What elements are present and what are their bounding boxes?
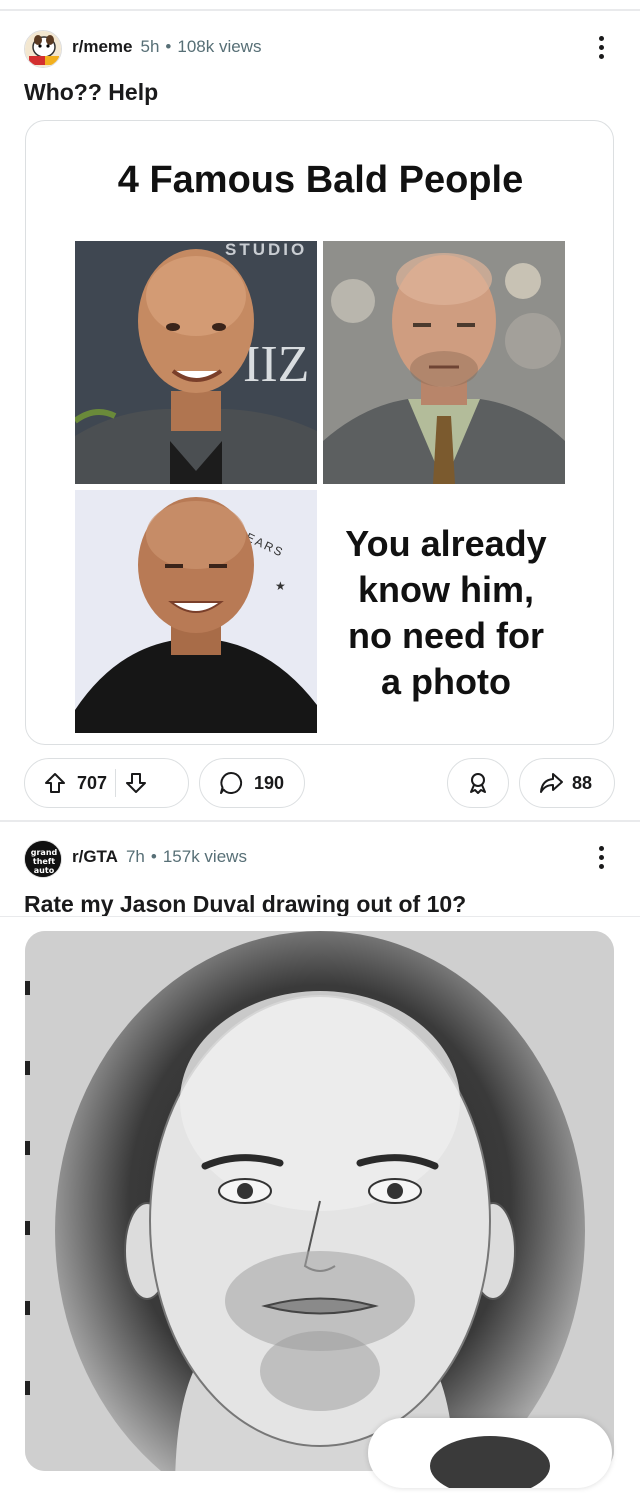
more-vertical-icon[interactable] bbox=[586, 842, 616, 872]
meme-caption: You already know him, no need for a phot… bbox=[326, 521, 566, 705]
subreddit-avatar[interactable]: grand theft auto bbox=[24, 840, 62, 878]
comments-button[interactable]: 190 bbox=[199, 758, 305, 808]
caption-line: know him, bbox=[357, 569, 534, 610]
post-header: r/meme 5h • 108k views bbox=[24, 24, 616, 68]
backdrop-text-studio: STUDIO bbox=[225, 241, 307, 259]
comment-icon bbox=[218, 770, 244, 796]
post-divider bbox=[0, 820, 640, 822]
view-count: 108k views bbox=[177, 37, 262, 56]
vote-control: 707 bbox=[24, 758, 189, 808]
post-image[interactable]: 4 Famous Bald People STUDIO IIZ EARS ★ Y… bbox=[25, 120, 614, 745]
avatar-text: theft bbox=[33, 857, 55, 866]
post-header: grand theft auto r/GTA 7h • 157k views bbox=[24, 834, 616, 878]
vote-separator bbox=[115, 769, 117, 797]
subreddit-avatar[interactable] bbox=[24, 30, 62, 68]
share-count: 88 bbox=[572, 772, 593, 793]
post-actions: 707 190 88 bbox=[24, 758, 616, 810]
caption-line: no need for bbox=[348, 615, 544, 656]
backdrop-star: ★ bbox=[275, 579, 286, 593]
share-icon bbox=[538, 770, 564, 796]
post-image-drawing[interactable] bbox=[25, 931, 614, 1471]
comment-count: 190 bbox=[254, 772, 285, 793]
award-icon bbox=[466, 771, 490, 795]
post-age: 7h bbox=[125, 847, 145, 866]
caption-line: a photo bbox=[381, 661, 511, 702]
subreddit-name[interactable]: r/meme bbox=[72, 37, 132, 56]
photo-bald-man-2 bbox=[323, 241, 565, 484]
title-divider bbox=[0, 916, 640, 917]
avatar-text: auto bbox=[34, 866, 55, 875]
downvote-icon[interactable] bbox=[124, 771, 148, 795]
post-title[interactable]: Rate my Jason Duval drawing out of 10? bbox=[24, 890, 466, 918]
caption-line: You already bbox=[345, 523, 547, 564]
view-count: 157k views bbox=[162, 847, 247, 866]
avatar-text: grand bbox=[31, 848, 58, 857]
upvote-icon[interactable] bbox=[43, 771, 67, 795]
meta-dot: • bbox=[165, 37, 172, 56]
post-meta: r/GTA 7h • 157k views bbox=[72, 846, 247, 868]
post-age: 5h bbox=[140, 37, 160, 56]
top-divider bbox=[0, 9, 640, 11]
post-title[interactable]: Who?? Help bbox=[24, 78, 158, 106]
floating-overlay[interactable] bbox=[368, 1418, 612, 1493]
photo-bald-man-3: EARS ★ bbox=[75, 490, 317, 733]
meme-heading: 4 Famous Bald People bbox=[117, 159, 524, 201]
photo-bald-man-1: STUDIO IIZ bbox=[75, 241, 317, 484]
share-button[interactable]: 88 bbox=[519, 758, 615, 808]
subreddit-name[interactable]: r/GTA bbox=[72, 847, 118, 866]
more-vertical-icon[interactable] bbox=[586, 32, 616, 62]
award-button[interactable] bbox=[447, 758, 509, 808]
meta-dot: • bbox=[150, 847, 157, 866]
post-meta: r/meme 5h • 108k views bbox=[72, 36, 261, 58]
vote-count: 707 bbox=[77, 772, 108, 793]
backdrop-text-iiz: IIZ bbox=[243, 336, 309, 393]
